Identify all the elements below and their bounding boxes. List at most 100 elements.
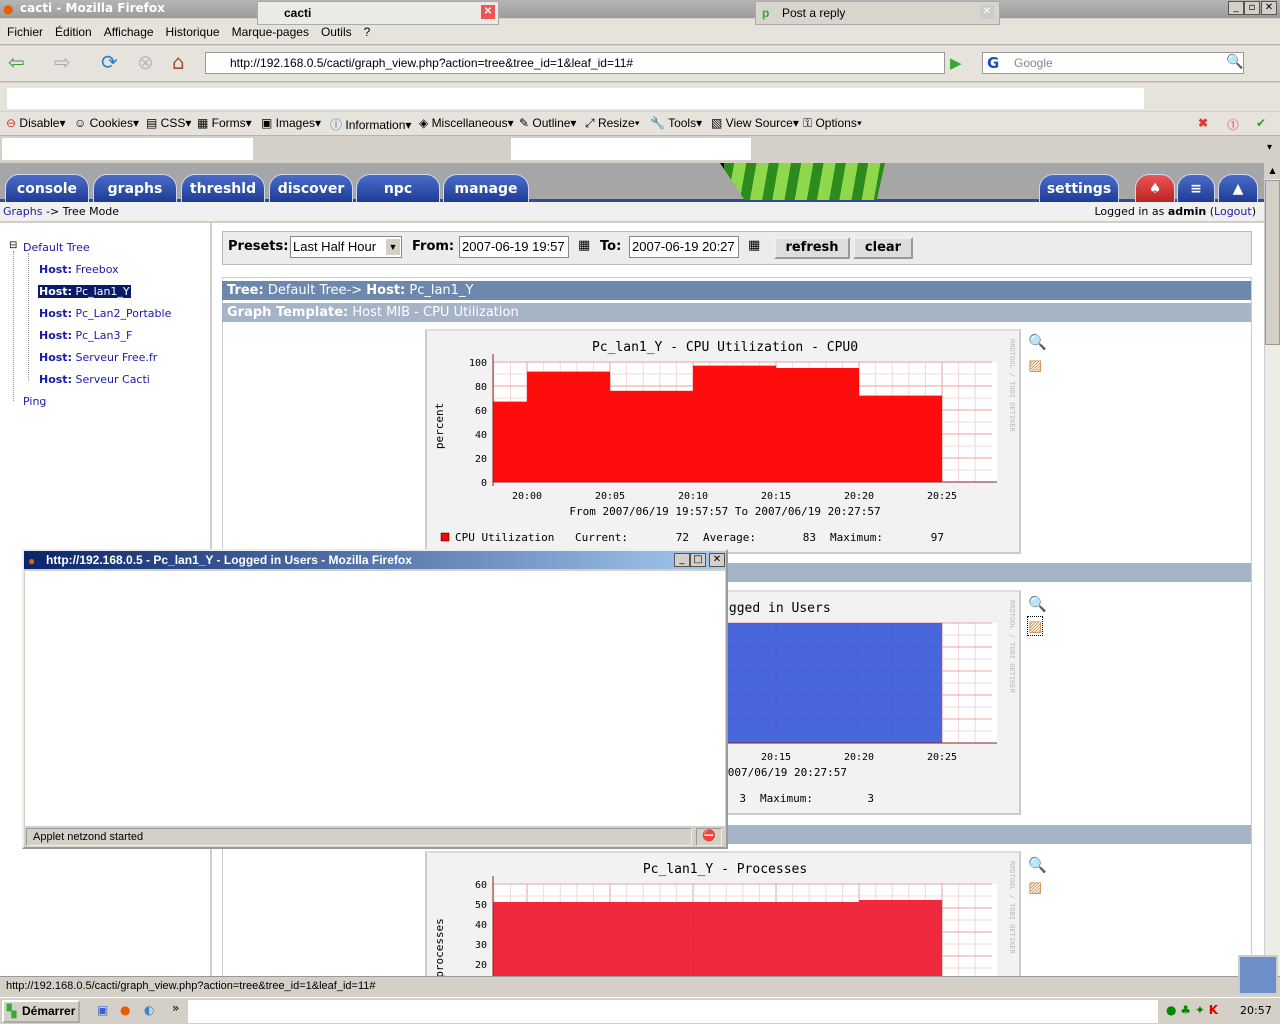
reload-icon[interactable]: ⟳ [101,50,118,74]
tab-graphs[interactable]: graphs [93,174,177,202]
legend-maximum: 3 [867,792,874,805]
tab-manage[interactable]: manage [443,174,529,202]
restore-button[interactable]: ▫ [1244,1,1260,15]
search-icon[interactable]: 🔍 [1226,54,1243,70]
options-menu[interactable]: ⚿ Options▾ [803,116,862,131]
to-input[interactable]: 2007-06-19 20:27 [629,236,739,258]
zoom-graph-icon[interactable]: 🔍 [1028,333,1047,351]
empty-field[interactable] [7,88,1144,109]
tray-icons[interactable]: ● ♣ ✦ K [1166,1003,1218,1017]
miscellaneous-menu[interactable]: ◈ Miscellaneous▾ [419,116,514,130]
back-icon[interactable]: ⇦ [8,50,25,74]
scroll-up-icon[interactable]: ▲ [1265,163,1280,179]
chart-processes[interactable]: Pc_lan1_Y - Processes 20 30 40 50 60 processes… [425,851,1021,976]
stop-icon[interactable]: ⊗ [137,50,154,74]
tree-host-serveur-cacti[interactable]: Host: Serveur Cacti [39,373,150,386]
close-button[interactable]: ✕ [1261,1,1277,15]
list-view-icon[interactable]: ≡ [1177,174,1215,202]
tab-empty-field[interactable] [2,138,253,160]
tree-host-pc-lan1-y[interactable]: Host: Pc_lan1_Y [38,285,131,298]
legend-average: 83 [803,531,816,544]
tab-empty-field[interactable] [511,138,751,160]
legend-name: CPU Utilization [455,531,554,544]
browser-quicklaunch-icon[interactable]: ◐ [144,1003,154,1017]
tab-threshld[interactable]: threshld [181,174,265,202]
search-input[interactable]: Google [982,52,1244,74]
forward-icon[interactable]: ⇨ [54,50,71,74]
disable-menu[interactable]: ⊖ Disable▾ [6,116,65,130]
menu-view[interactable]: Affichage [104,19,154,45]
preview-view-icon[interactable]: ▲ [1218,174,1258,202]
tab-close-icon[interactable]: ✕ [481,5,495,19]
tree-header: Tree: Default Tree-> Host: Pc_lan1_Y [222,281,1251,300]
tools-menu[interactable]: 🔧 Tools▾ [650,116,702,130]
refresh-button[interactable]: refresh [774,237,850,259]
chevron-down-icon[interactable]: ▼ [386,239,400,255]
url-bar[interactable]: http://192.168.0.5/cacti/graph_view.php?… [205,52,945,74]
tree-view-icon[interactable]: ♠ [1135,174,1175,202]
tree-host-serveur-free[interactable]: Host: Serveur Free.fr [39,351,157,364]
tab-list-icon[interactable]: ▾ [1267,142,1272,153]
menu-edit[interactable]: Édition [55,19,92,45]
legend-maximum-label: Maximum: [760,792,813,805]
y-tick-label: 60 [475,880,487,891]
chart-cpu-utilization[interactable]: Pc_lan1_Y - CPU Utilization - CPU0 0 20 40 6… [425,329,1021,554]
popup-minimize-button[interactable]: _ [674,553,690,567]
cookies-menu[interactable]: ☺ Cookies▾ [74,116,139,130]
logout-link[interactable]: Logout [1214,205,1252,218]
graph-csv-icon[interactable]: ▨ [1028,878,1042,896]
vertical-scrollbar[interactable]: ▲ [1264,163,1280,976]
tab-close-icon[interactable]: ✕ [980,5,994,19]
go-icon[interactable]: ▶ [950,54,962,72]
menu-history[interactable]: Historique [166,19,220,45]
tab-npc[interactable]: npc [356,174,440,202]
graph-csv-icon[interactable]: ▨ [1026,616,1044,636]
firefox-quicklaunch-icon[interactable]: ● [120,1003,130,1017]
java-applet-icon[interactable]: ⛔ [696,828,722,846]
tab-discover[interactable]: discover [269,174,353,202]
presets-select[interactable]: Last Half Hour ▼ [290,236,402,258]
graph-csv-icon[interactable]: ▨ [1028,356,1042,374]
minimize-button[interactable]: _ [1228,1,1244,15]
google-engine-icon[interactable]: G [987,54,999,72]
tab-console[interactable]: console [5,174,89,202]
popup-close-button[interactable]: ✕ [709,553,725,567]
images-menu[interactable]: ▣ Images▾ [261,116,321,130]
valid-check-icon[interactable]: ✔ [1256,116,1266,130]
information-menu[interactable]: ⓘ Information▾ [330,116,411,133]
zoom-graph-icon[interactable]: 🔍 [1028,595,1047,613]
username: admin [1167,205,1207,218]
tree-ping[interactable]: Ping [23,395,46,408]
chevron-icon[interactable]: » [172,1001,179,1015]
collapse-icon[interactable]: ⊟ [9,240,17,251]
outline-menu[interactable]: ✎ Outline▾ [519,116,576,130]
calendar-icon[interactable]: ▦ [748,238,760,253]
start-button[interactable]: ▚ Démarrer [2,1000,80,1023]
scrollbar-thumb[interactable] [1265,180,1280,345]
resize-menu[interactable]: ⤢ Resize▾ [585,116,640,131]
error-x-icon[interactable]: ✖ [1198,116,1208,130]
css-menu[interactable]: ▤ CSS▾ [146,116,191,130]
tree-host-pc-lan3-f[interactable]: Host: Pc_Lan3_F [39,329,132,342]
from-input[interactable]: 2007-06-19 19:57 [459,236,569,258]
calendar-icon[interactable]: ▦ [578,238,590,253]
applet-area[interactable] [25,571,725,826]
date-range: From 2007/06/19 19:57:57 To 2007/06/19 2… [569,505,880,518]
popup-maximize-button[interactable]: □ [690,553,706,567]
clear-button[interactable]: clear [853,237,913,259]
forms-menu[interactable]: ▦ Forms▾ [197,116,252,130]
tree-root-default-tree[interactable]: Default Tree [23,241,90,254]
show-desktop-icon[interactable]: ▣ [97,1003,108,1017]
view-source-menu[interactable]: ▧ View Source▾ [711,116,799,130]
warning-icon[interactable]: ⓵ [1227,116,1239,133]
tab-settings[interactable]: settings [1039,174,1119,202]
home-icon[interactable]: ⌂ [172,50,185,74]
tab-cacti[interactable]: cacti ✕ [257,1,499,25]
tab-post-a-reply[interactable]: p Post a reply ✕ [755,1,1000,25]
java-tray-popup-icon[interactable] [1238,955,1278,995]
breadcrumb-graphs-link[interactable]: Graphs [3,205,42,218]
tree-host-freebox[interactable]: Host: Freebox [39,263,119,276]
menu-file[interactable]: Fichier [7,19,43,45]
zoom-graph-icon[interactable]: 🔍 [1028,856,1047,874]
tree-host-pc-lan2-portable[interactable]: Host: Pc_Lan2_Portable [39,307,171,320]
